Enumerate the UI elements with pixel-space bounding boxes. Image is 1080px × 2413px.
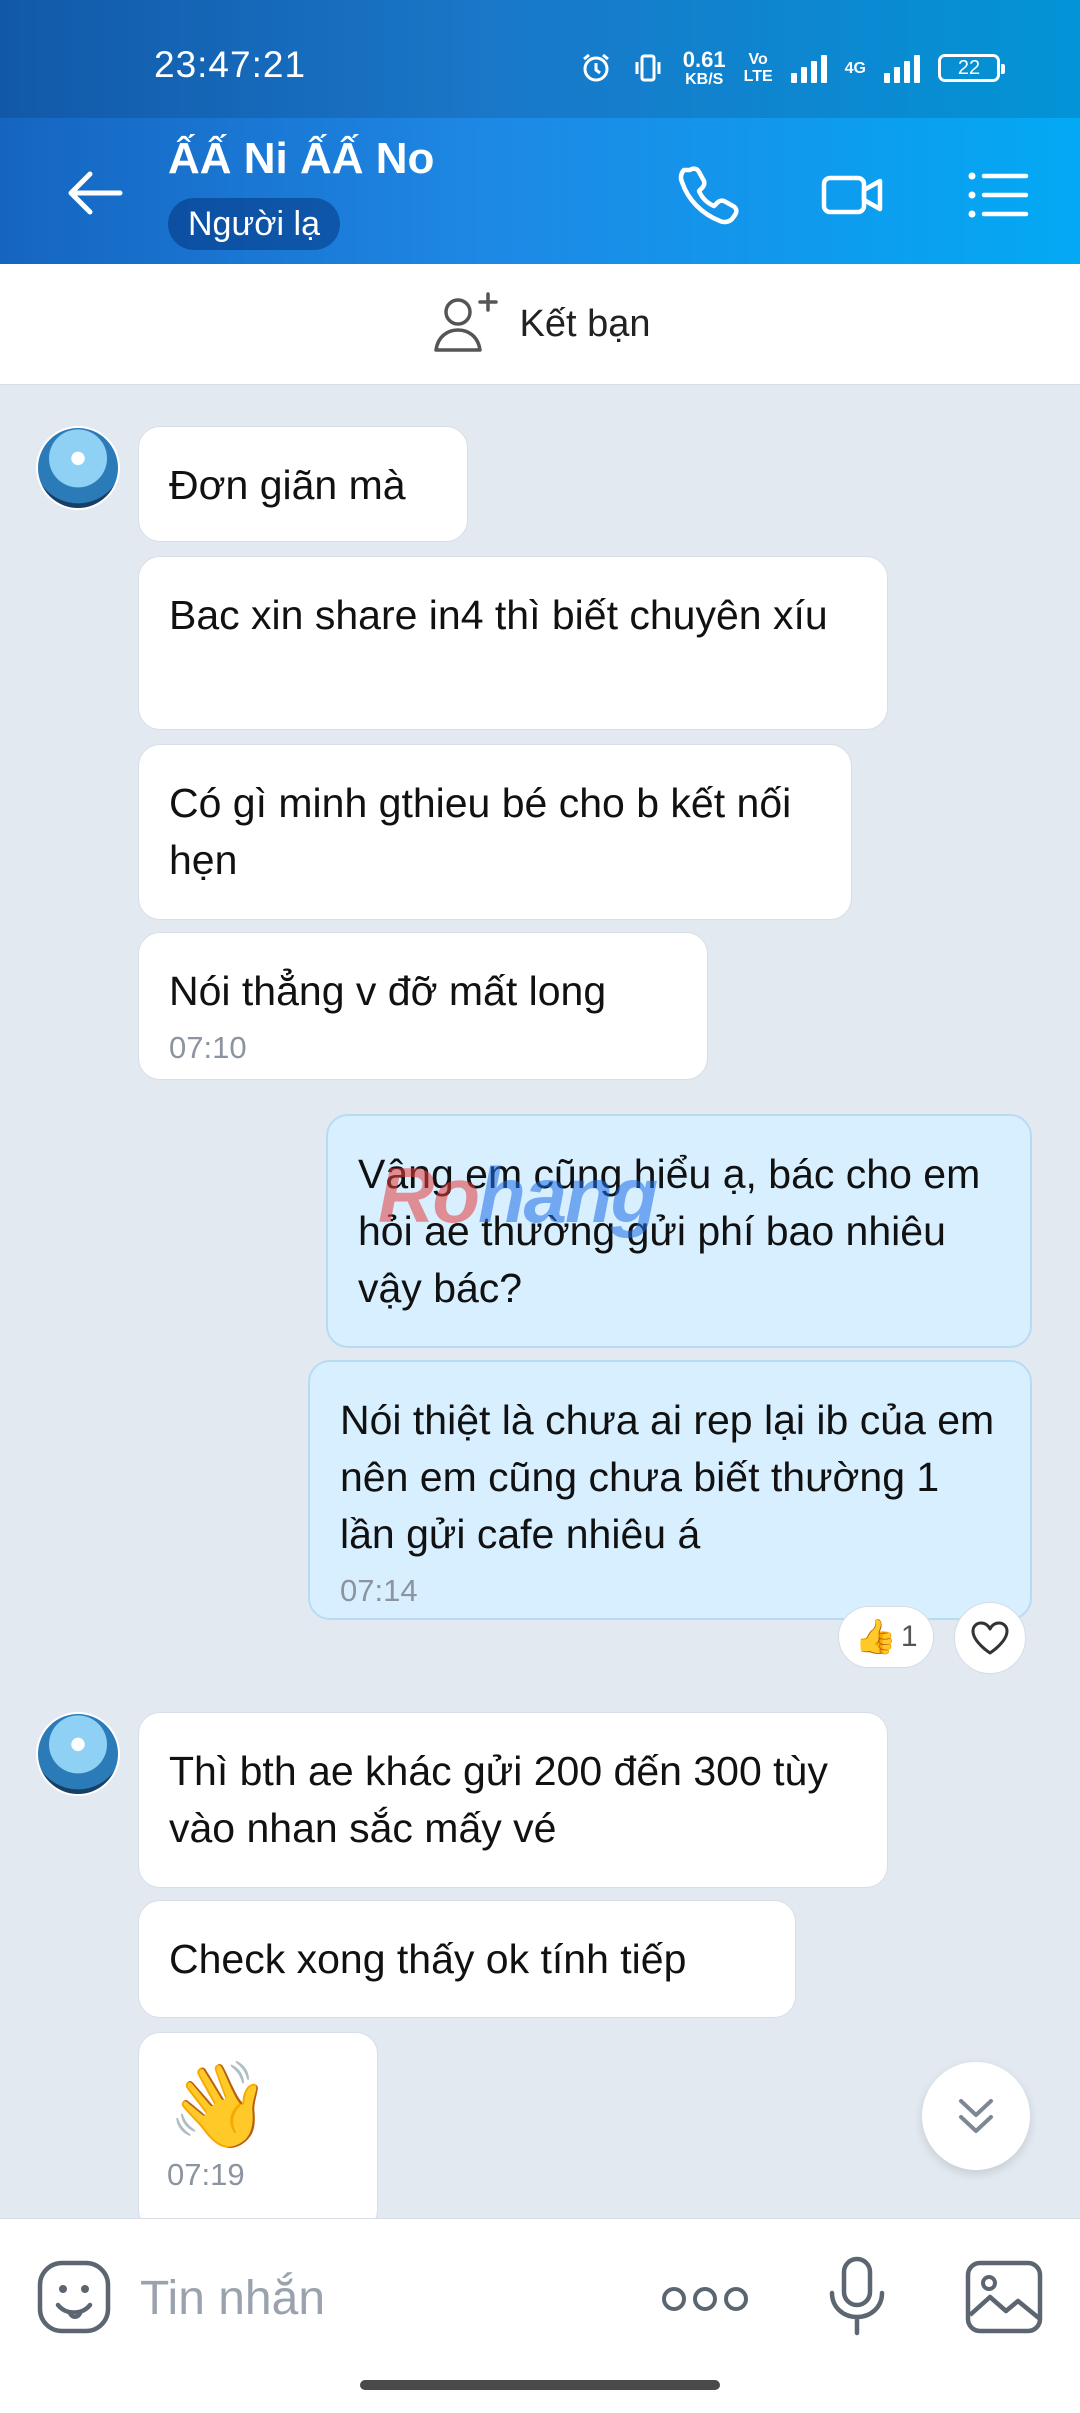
contact-avatar[interactable] [36,1712,120,1796]
message-text: Nói thiệt là chưa ai rep lại ib của em n… [340,1397,995,1557]
thumbs-up-icon: 👍 [854,1618,897,1656]
phone-icon[interactable] [672,160,742,230]
reaction-summary[interactable]: 👍 1 [838,1606,934,1668]
message-text: Check xong thấy ok tính tiếp [169,1936,687,1982]
like-button[interactable] [954,1602,1026,1674]
message-text: Thì bth ae khác gửi 200 đến 300 tùy vào … [169,1748,828,1851]
my-message-bubble[interactable]: Nói thiệt là chưa ai rep lại ib của em n… [308,1360,1032,1620]
image-gallery-icon[interactable] [964,2259,1044,2335]
waving-hand-emoji: 👋 [167,2058,272,2152]
sticker-emoji-icon[interactable] [36,2259,112,2335]
message-bubble[interactable]: Check xong thấy ok tính tiếp [138,1900,796,2018]
double-chevron-down-icon [959,2099,993,2133]
microphone-icon[interactable] [820,2255,894,2339]
message-bubble[interactable]: Đơn giãn mà [138,426,468,542]
message-text: Bac xin share in4 thì biết chuyên xíu [169,592,828,638]
home-indicator[interactable] [360,2380,720,2390]
message-bubble[interactable]: 👋 07:19 [138,2032,378,2232]
message-text: Vâng em cũng hiểu ạ, bác cho em hỏi ae t… [358,1151,981,1311]
volte-label: Vo LTE [743,51,773,85]
network-type: 4G [844,59,866,77]
message-text: Đơn giãn mà [169,462,406,508]
vibrate-icon [635,54,661,82]
signal-icon-2 [884,53,920,83]
message-bubble[interactable]: Bac xin share in4 thì biết chuyên xíu [138,556,888,730]
message-text: Nói thẳng v đỡ mất long [169,968,607,1014]
message-text: Có gì minh gthieu bé cho b kết nối hẹn [169,780,792,883]
message-time: 07:19 [167,2157,245,2192]
add-friend-bar[interactable]: Kết bạn [0,264,1080,385]
net-speed: 0.61 KB/S [682,46,726,88]
add-friend-icon [433,292,498,352]
reaction-count: 1 [900,1620,918,1653]
message-time: 07:14 [340,1573,418,1608]
contact-name[interactable]: ẤẤ Ni ẤẤ No [168,134,434,184]
battery-icon: 22 [938,54,1005,82]
scroll-down-button[interactable] [922,2062,1030,2170]
heart-icon [971,1621,1009,1655]
more-options-icon[interactable] [660,2279,750,2319]
video-call-icon[interactable] [818,160,888,230]
message-bubble[interactable]: Nói thẳng v đỡ mất long 07:10 [138,932,708,1080]
alarm-icon [582,53,609,82]
add-friend-label: Kết bạn [519,302,651,345]
back-arrow-icon[interactable] [60,158,130,228]
menu-list-icon[interactable] [962,160,1032,230]
my-message-bubble[interactable]: Vâng em cũng hiểu ạ, bác cho em hỏi ae t… [326,1114,1032,1348]
message-time: 07:10 [169,1030,247,1065]
status-icons: 0.61 KB/S Vo LTE 4G 22 [579,46,1005,88]
signal-icon [790,53,827,83]
message-bubble[interactable]: Thì bth ae khác gửi 200 đến 300 tùy vào … [138,1712,888,1888]
message-bubble[interactable]: Có gì minh gthieu bé cho b kết nối hẹn [138,744,852,920]
contact-avatar[interactable] [36,426,120,510]
message-input[interactable]: Tin nhắn [140,2271,325,2326]
status-time: 23:47:21 [154,44,307,85]
stranger-badge: Người lạ [168,198,340,250]
